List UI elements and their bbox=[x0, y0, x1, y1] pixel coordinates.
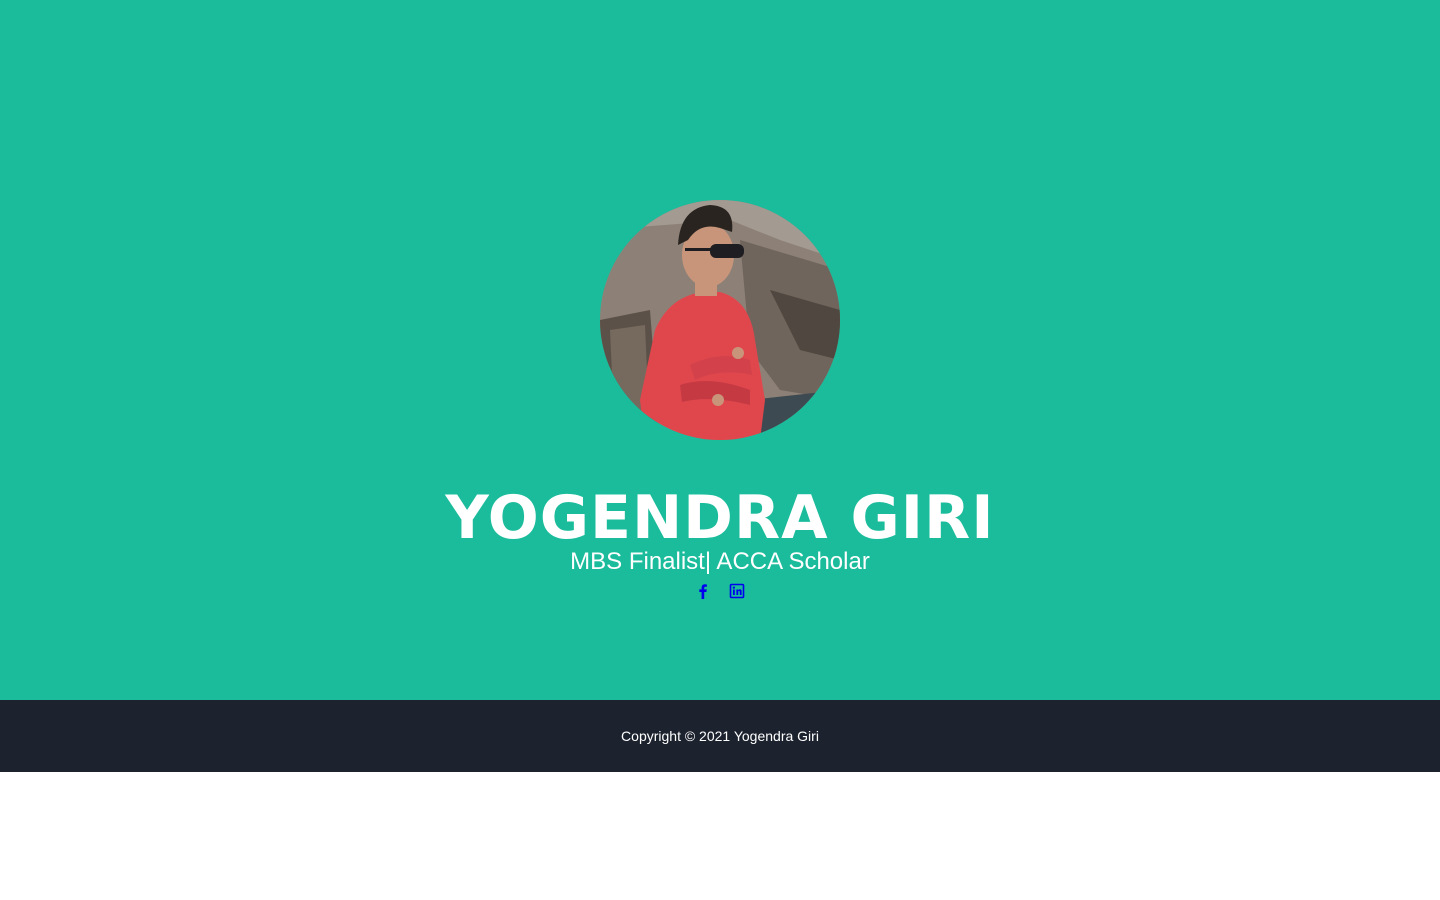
profile-subtitle: MBS Finalist| ACCA Scholar bbox=[570, 548, 870, 575]
profile-photo bbox=[600, 200, 840, 440]
linkedin-icon bbox=[729, 583, 745, 599]
facebook-icon bbox=[699, 584, 707, 599]
facebook-link[interactable] bbox=[695, 582, 711, 600]
social-links bbox=[0, 582, 1440, 602]
profile-avatar bbox=[600, 200, 840, 440]
copyright-text: Copyright © 2021 Yogendra Giri bbox=[621, 728, 819, 744]
footer: Copyright © 2021 Yogendra Giri bbox=[0, 700, 1440, 772]
linkedin-link[interactable] bbox=[729, 582, 745, 600]
masthead: YOGENDRA GIRI MBS Finalist| ACCA Scholar bbox=[0, 0, 1440, 700]
